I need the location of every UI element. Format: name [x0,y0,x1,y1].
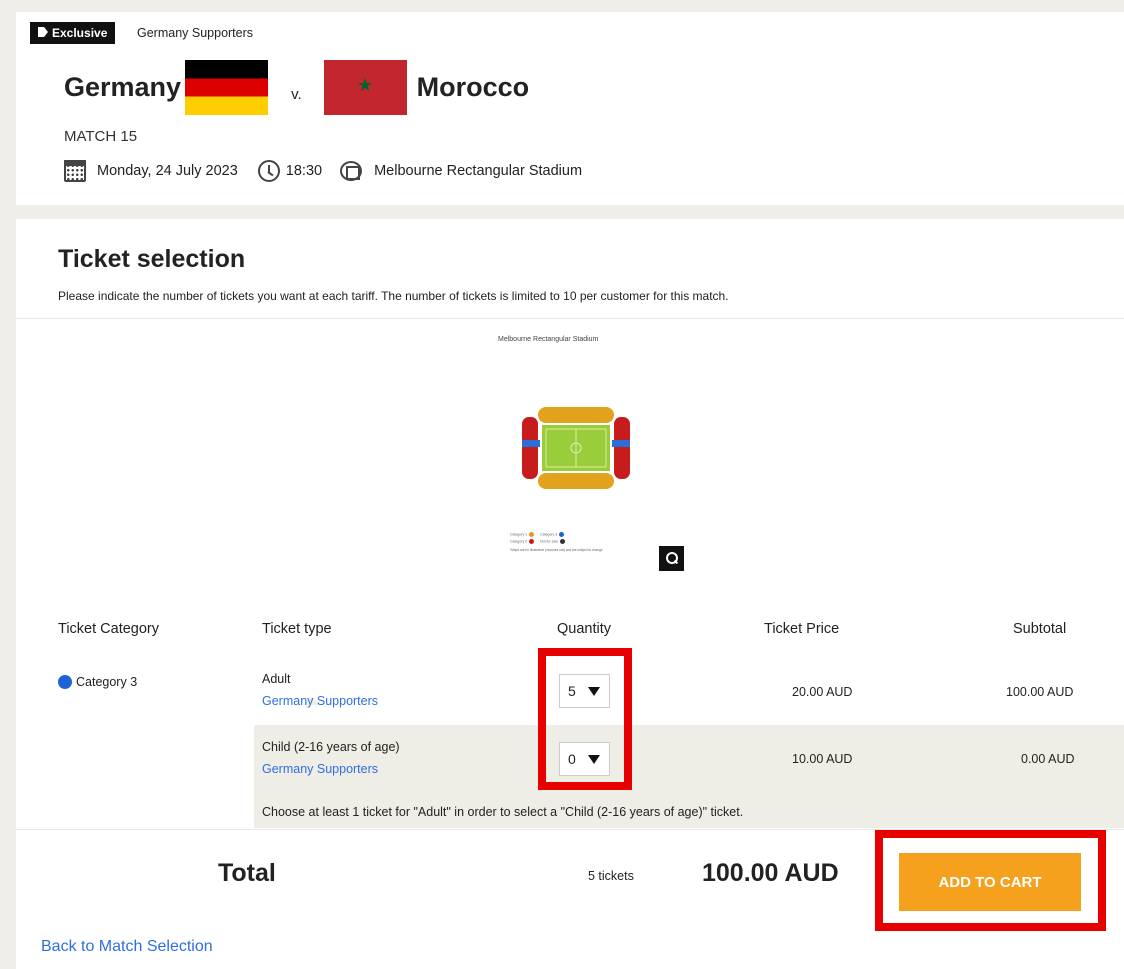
adult-subtotal: 100.00 AUD [1006,685,1074,699]
tag-icon [38,27,48,37]
child-ticket-price: 10.00 AUD [792,752,853,766]
ticket-selection-description: Please indicate the number of tickets yo… [58,289,729,303]
match-date: Monday, 24 July 2023 [97,163,238,179]
ticket-group-link[interactable]: Germany Supporters [262,694,378,708]
header-quantity: Quantity [557,621,611,637]
match-header-card: Exclusive Germany Supporters Germany v. … [16,12,1124,205]
legend-item: Not for sale [540,539,566,544]
badge-label: Exclusive [52,26,108,40]
legend-item: Category 2 [510,539,535,544]
match-number: MATCH 15 [64,128,138,145]
stadium-icon [340,161,363,181]
category-label: Category 3 [76,675,138,689]
stadium-map-legend: Category 1 Category 3 Category 2 Not for… [510,532,650,568]
calendar-icon [64,160,86,182]
total-label: Total [218,859,276,887]
match-meta: Monday, 24 July 2023 18:30 Melbourne Rec… [64,160,582,182]
legend-row: Category 1 Category 3 [510,532,650,537]
match-time: 18:30 [285,163,323,179]
stand-north [538,407,614,423]
badge-subtitle: Germany Supporters [137,26,254,40]
zoom-map-button[interactable] [659,546,684,571]
stand-east [614,417,630,479]
home-team-name: Germany [64,71,182,102]
legend-item: Category 3 [540,532,565,537]
stadium-map [522,407,630,489]
germany-flag-icon [185,59,269,115]
legend-item: Category 1 [510,532,535,537]
stadium-map-title: Melbourne Rectangular Stadium [498,336,599,343]
legend-note: *Maps are for illustrative purposes only… [510,548,603,552]
teams-row: Germany v. Morocco [64,56,529,118]
category-3-west [522,440,540,447]
stand-west [522,417,538,479]
header-ticket-type: Ticket type [262,621,332,637]
ticket-count: 5 tickets [588,869,634,883]
versus-label: v. [291,85,302,103]
ticket-selection-title: Ticket selection [58,245,246,273]
header-ticket-price: Ticket Price [764,621,840,637]
ticket-type-child: Child (2-16 years of age) [262,740,400,754]
total-amount: 100.00 AUD [702,859,839,887]
away-team-name: Morocco [416,71,530,102]
morocco-flag-icon [323,59,407,115]
match-venue: Melbourne Rectangular Stadium [374,163,583,179]
legend-row: Category 2 Not for sale [510,539,650,544]
ticket-category: Category 3 [58,675,137,689]
back-to-match-selection-link[interactable]: Back to Match Selection [41,938,213,956]
header-subtotal: Subtotal [1013,621,1067,637]
child-ticket-notice: Choose at least 1 ticket for "Adult" in … [262,805,744,819]
ticket-group-link[interactable]: Germany Supporters [262,762,378,776]
quantity-highlight-box [538,648,632,790]
ticket-type-adult: Adult [262,672,291,686]
ticket-selection-card: Ticket selection Please indicate the num… [16,219,1124,969]
stand-south [538,473,614,489]
child-subtotal: 0.00 AUD [1021,752,1075,766]
category-3-dot-icon [58,675,72,689]
clock-icon [257,160,280,182]
add-to-cart-button[interactable]: ADD TO CART [899,853,1081,911]
adult-ticket-price: 20.00 AUD [792,685,853,699]
divider [16,829,1124,830]
header-ticket-category: Ticket Category [58,621,159,637]
exclusive-badge: Exclusive [30,22,116,44]
category-3-east [612,440,630,447]
divider [16,318,1124,319]
